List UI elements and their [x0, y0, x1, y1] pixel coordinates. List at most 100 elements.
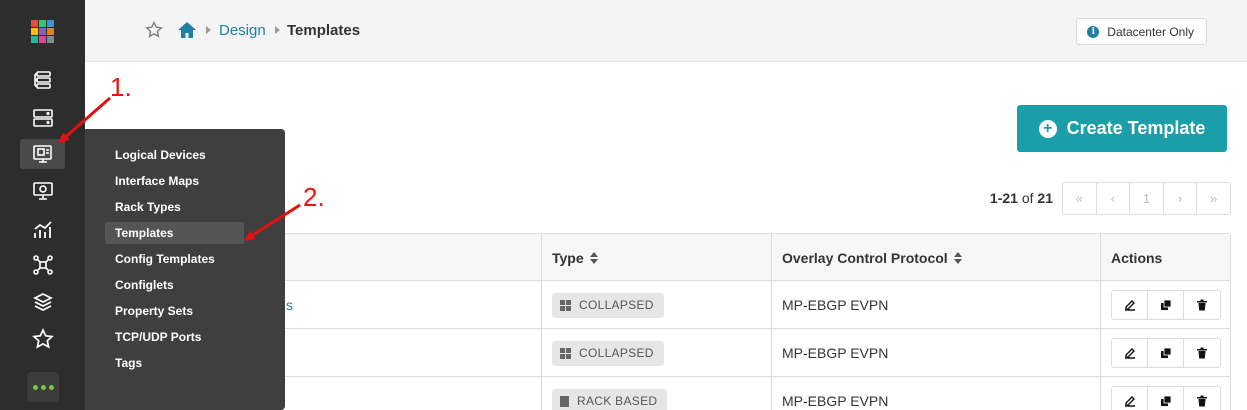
grid-icon — [560, 347, 571, 359]
flyout-item-logical-devices[interactable]: Logical Devices — [105, 144, 245, 166]
pagination-total: 21 — [1037, 190, 1053, 206]
next-page-button[interactable]: › — [1164, 183, 1198, 214]
edit-button[interactable] — [1112, 387, 1148, 410]
trash-icon — [1197, 395, 1207, 407]
left-sidebar — [0, 0, 85, 410]
flyout-item-tags[interactable]: Tags — [105, 352, 245, 374]
flyout-item-config-templates[interactable]: Config Templates — [105, 248, 245, 270]
type-badge: COLLAPSED — [552, 340, 664, 366]
clone-icon — [1160, 299, 1171, 310]
flyout-item-rack-types[interactable]: Rack Types — [105, 196, 245, 218]
row-actions — [1111, 290, 1221, 320]
create-template-button[interactable]: + Create Template — [1017, 105, 1227, 152]
delete-button[interactable] — [1184, 291, 1220, 319]
design-icon[interactable] — [20, 139, 65, 169]
prev-page-button[interactable]: ‹ — [1097, 183, 1131, 214]
edit-button[interactable] — [1112, 339, 1148, 367]
logo-tile — [39, 28, 46, 35]
more-icon[interactable] — [27, 372, 59, 402]
overlay-header-label: Overlay Control Protocol — [782, 249, 948, 266]
star-icon[interactable] — [145, 21, 163, 39]
breadcrumb-design-link[interactable]: Design — [219, 22, 266, 39]
create-template-label: Create Template — [1066, 118, 1206, 138]
type-cell: RACK BASED — [541, 377, 771, 410]
actions-cell — [1100, 329, 1230, 377]
delete-button[interactable] — [1184, 387, 1220, 410]
clone-button[interactable] — [1148, 339, 1184, 367]
layers-icon[interactable] — [20, 287, 65, 317]
devices-icon[interactable] — [20, 65, 65, 95]
sort-icon[interactable] — [953, 251, 962, 264]
trash-icon — [1197, 347, 1207, 359]
edit-button[interactable] — [1112, 291, 1148, 319]
actions-cell — [1100, 281, 1230, 329]
plus-circle-icon: + — [1038, 119, 1057, 138]
step-2-label: 2. — [303, 182, 325, 212]
app-logo[interactable] — [31, 20, 55, 44]
current-page-button[interactable]: 1 — [1130, 183, 1164, 214]
flyout-item-configlets[interactable]: Configlets — [105, 274, 245, 296]
template-name-link[interactable]: s — [286, 297, 293, 313]
overlay-cell: MP-EBGP EVPN — [771, 281, 1101, 329]
servers-icon[interactable] — [20, 103, 65, 133]
logo-tile — [31, 20, 38, 27]
type-cell: COLLAPSED — [541, 281, 771, 329]
monitor-icon[interactable] — [20, 176, 65, 206]
logo-tile — [39, 36, 46, 43]
pagination-range: 1-21 — [989, 190, 1018, 206]
clone-button[interactable] — [1148, 387, 1184, 410]
type-label: RACK BASED — [577, 394, 658, 408]
overlay-column-header[interactable]: Overlay Control Protocol — [771, 234, 1101, 281]
breadcrumb-separator — [206, 26, 211, 34]
last-page-button[interactable]: » — [1197, 183, 1230, 214]
top-header: Design Templates i Datacenter Only — [85, 0, 1247, 62]
type-label: COLLAPSED — [579, 298, 654, 312]
clone-icon — [1160, 395, 1171, 406]
step-1-label: 1. — [110, 72, 132, 102]
favorites-icon[interactable] — [20, 324, 65, 354]
row-actions — [1111, 338, 1221, 368]
type-badge: COLLAPSED — [552, 292, 664, 318]
overlay-cell: MP-EBGP EVPN — [771, 377, 1101, 410]
type-label: COLLAPSED — [579, 346, 654, 360]
logo-tile — [39, 20, 46, 27]
design-flyout-menu: Logical Devices Interface Maps Rack Types T… — [85, 129, 285, 410]
flyout-item-property-sets[interactable]: Property Sets — [105, 300, 245, 322]
actions-column-header: Actions — [1100, 234, 1230, 281]
building-icon — [560, 395, 569, 407]
edit-icon — [1124, 396, 1135, 407]
trash-icon — [1197, 299, 1207, 311]
pagination-of: of — [1021, 190, 1034, 206]
first-page-button[interactable]: « — [1063, 183, 1097, 214]
flyout-item-templates[interactable]: Templates — [105, 222, 244, 244]
row-actions — [1111, 386, 1221, 410]
info-icon: i — [1087, 25, 1100, 38]
logo-tile — [31, 36, 38, 43]
datacenter-only-badge: i Datacenter Only — [1076, 18, 1207, 45]
sort-icon[interactable] — [589, 251, 598, 264]
type-header-label: Type — [552, 249, 584, 266]
breadcrumb-current: Templates — [287, 22, 361, 39]
clone-icon — [1160, 347, 1171, 358]
home-icon[interactable] — [177, 21, 197, 39]
analytics-icon[interactable] — [20, 214, 65, 244]
flyout-item-tcp-udp-ports[interactable]: TCP/UDP Ports — [105, 326, 245, 348]
logo-tile — [47, 20, 54, 27]
type-column-header[interactable]: Type — [541, 234, 771, 281]
logo-tile — [31, 28, 38, 35]
actions-header-label: Actions — [1111, 249, 1163, 266]
edit-icon — [1124, 348, 1135, 359]
grid-icon — [560, 299, 571, 311]
type-badge: RACK BASED — [552, 388, 668, 410]
delete-button[interactable] — [1184, 339, 1220, 367]
type-cell: COLLAPSED — [541, 329, 771, 377]
pagination-summary: 1-21 of 21 — [990, 190, 1053, 206]
clone-button[interactable] — [1148, 291, 1184, 319]
overlay-cell: MP-EBGP EVPN — [771, 329, 1101, 377]
edit-icon — [1124, 300, 1135, 311]
actions-cell — [1100, 377, 1230, 410]
flyout-item-interface-maps[interactable]: Interface Maps — [105, 170, 245, 192]
logo-tile — [47, 36, 54, 43]
topology-icon[interactable] — [20, 250, 65, 280]
breadcrumb-separator — [275, 26, 280, 34]
